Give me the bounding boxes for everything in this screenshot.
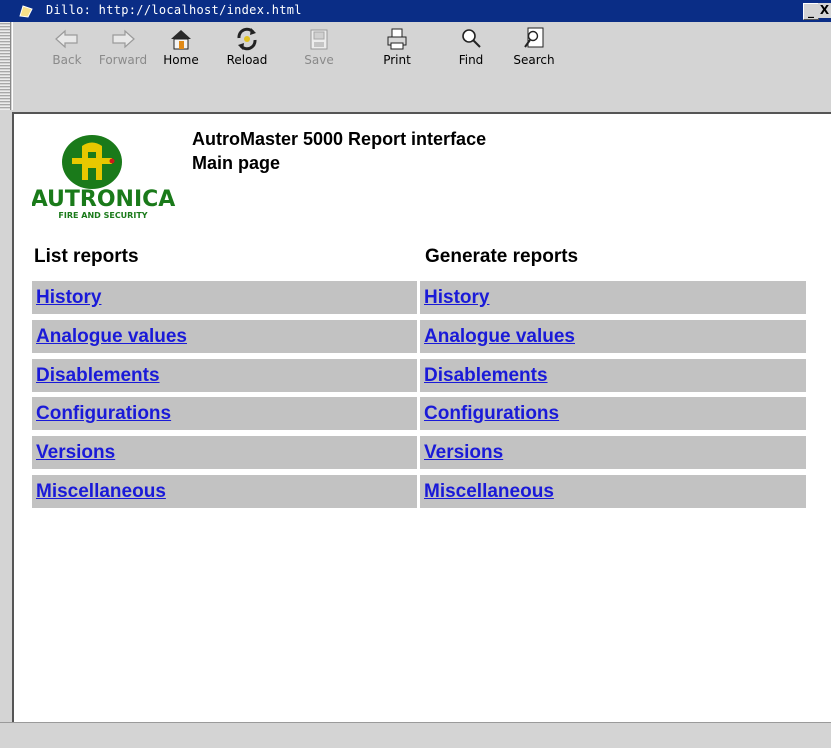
print-button[interactable]: Print	[371, 26, 423, 106]
list-item: History	[420, 281, 806, 314]
list-item: Disablements	[420, 359, 806, 392]
toolbar: Back Forward Home Reload Save Print Find…	[12, 22, 831, 110]
page-subtitle: Main page	[192, 153, 281, 173]
search-label: Search	[513, 53, 555, 67]
save-button[interactable]: Save	[293, 26, 345, 106]
status-bar	[0, 722, 831, 748]
generate-miscellaneous-link[interactable]: Miscellaneous	[424, 481, 554, 502]
list-miscellaneous-link[interactable]: Miscellaneous	[36, 481, 166, 502]
list-item: Configurations	[420, 397, 806, 430]
print-label: Print	[383, 53, 411, 67]
dillo-app-icon[interactable]	[18, 3, 34, 22]
list-configurations-link[interactable]: Configurations	[36, 403, 171, 424]
reload-button[interactable]: Reload	[221, 26, 273, 106]
list-item: Versions	[420, 436, 806, 469]
home-button[interactable]: Home	[155, 26, 207, 106]
forward-arrow-icon	[112, 29, 135, 49]
home-icon	[171, 30, 191, 50]
list-item: Miscellaneous	[32, 475, 417, 508]
back-label: Back	[52, 53, 82, 67]
generate-history-link[interactable]: History	[424, 287, 489, 308]
generate-configurations-link[interactable]: Configurations	[424, 403, 559, 424]
reload-label: Reload	[226, 53, 268, 67]
minimize-button[interactable]: _	[803, 3, 819, 20]
page-viewport[interactable]: AUTRONICA FIRE AND SECURITY AutroMaster …	[12, 112, 831, 725]
forward-label: Forward	[98, 53, 148, 67]
list-reports-heading: List reports	[34, 246, 139, 267]
page-title: AutroMaster 5000 Report interface	[192, 129, 487, 149]
close-button[interactable]: X	[818, 3, 831, 18]
list-item: Analogue values	[420, 320, 806, 353]
list-item: Configurations	[32, 397, 417, 430]
list-disablements-link[interactable]: Disablements	[36, 365, 160, 386]
search-icon	[524, 27, 544, 48]
title-bar: Dillo: http://localhost/index.html _ X	[0, 0, 831, 22]
find-label: Find	[458, 53, 484, 67]
list-item: History	[32, 281, 417, 314]
back-arrow-icon	[55, 29, 78, 49]
generate-disablements-link[interactable]: Disablements	[424, 365, 548, 386]
save-icon	[310, 29, 328, 50]
magnifier-icon	[462, 29, 481, 48]
generate-analogue-values-link[interactable]: Analogue values	[424, 326, 575, 347]
forward-button[interactable]: Forward	[97, 26, 149, 106]
search-button[interactable]: Search	[508, 26, 560, 106]
list-history-link[interactable]: History	[36, 287, 101, 308]
autronica-logo: AUTRONICA FIRE AND SECURITY	[32, 135, 175, 220]
logo-subtext: FIRE AND SECURITY	[58, 211, 147, 220]
reload-icon	[237, 27, 257, 51]
list-item: Miscellaneous	[420, 475, 806, 508]
home-label: Home	[163, 53, 199, 67]
generate-versions-link[interactable]: Versions	[424, 442, 503, 463]
printer-icon	[387, 28, 407, 50]
toolbar-handle[interactable]	[0, 22, 11, 110]
find-button[interactable]: Find	[445, 26, 497, 106]
list-analogue-values-link[interactable]: Analogue values	[36, 326, 187, 347]
list-item: Versions	[32, 436, 417, 469]
logo-wordmark: AUTRONICA	[32, 187, 175, 212]
page-heading: AutroMaster 5000 Report interface Main p…	[192, 127, 486, 175]
list-item: Analogue values	[32, 320, 417, 353]
back-button[interactable]: Back	[41, 26, 93, 106]
generate-reports-heading: Generate reports	[425, 246, 579, 267]
list-versions-link[interactable]: Versions	[36, 442, 115, 463]
list-item: Disablements	[32, 359, 417, 392]
window-title: Dillo: http://localhost/index.html	[46, 3, 302, 17]
save-label: Save	[304, 53, 334, 67]
